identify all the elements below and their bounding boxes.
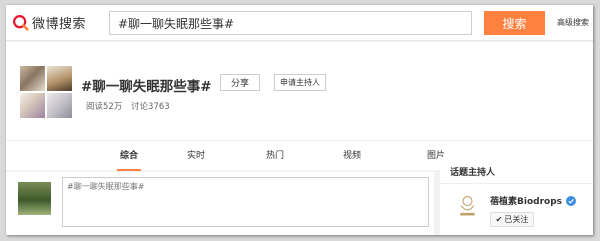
search-input[interactable] <box>109 11 472 35</box>
following-label: 已关注 <box>504 215 529 224</box>
discussion-count: 讨论3763 <box>131 102 170 112</box>
host-panel-title: 话题主持人 <box>450 168 496 178</box>
post-input[interactable]: #聊一聊失眠那些事# <box>62 177 429 227</box>
verified-badge-icon <box>566 195 576 206</box>
apply-host-button[interactable]: 申请主持人 <box>274 74 326 91</box>
divider <box>440 183 593 184</box>
logo-text: 微博搜索 <box>32 17 87 32</box>
post-composer: #聊一聊失眠那些事# <box>6 172 434 235</box>
topic-header: #聊一聊失眠那些事# 分享 申请主持人 阅读52万 讨论3763 综合 实时 热… <box>6 42 593 171</box>
following-button[interactable]: ✔ 已关注 <box>490 212 534 227</box>
topic-cover-image <box>47 66 72 91</box>
tab-hot[interactable]: 热门 <box>255 141 295 171</box>
topic-cover-image <box>20 93 45 118</box>
tab-realtime[interactable]: 实时 <box>176 141 216 171</box>
host-name-row[interactable]: 蓓植素Biodrops <box>490 194 576 207</box>
user-avatar[interactable] <box>18 182 51 215</box>
search-button[interactable]: 搜索 <box>484 11 545 35</box>
weibo-search-logo[interactable]: 微博搜索 <box>12 13 86 32</box>
check-icon: ✔ <box>495 215 503 224</box>
topic-host-panel: 话题主持人 蓓植素Biodrops ✔ 已关注 <box>440 157 593 235</box>
host-name: 蓓植素Biodrops <box>490 197 562 207</box>
topic-cover-image <box>47 93 72 118</box>
weibo-search-logo-icon <box>13 15 29 31</box>
topic-stats: 阅读52万 讨论3763 <box>86 100 176 112</box>
topic-title: #聊一聊失眠那些事# <box>81 79 212 95</box>
advanced-search-link[interactable]: 高级搜索 <box>557 17 589 28</box>
topic-cover-grid <box>20 66 72 118</box>
tab-comprehensive[interactable]: 综合 <box>109 141 149 171</box>
topic-cover-image <box>20 66 45 91</box>
browser-frame: 微博搜索 搜索 高级搜索 #聊一聊失眠那些事# 分享 申请主持人 阅读52万 讨… <box>6 5 593 235</box>
share-button[interactable]: 分享 <box>220 74 260 91</box>
read-count: 阅读52万 <box>86 102 123 112</box>
tab-video[interactable]: 视频 <box>332 141 372 171</box>
top-search-bar: 微博搜索 搜索 高级搜索 <box>6 5 593 41</box>
host-logo[interactable] <box>454 193 481 220</box>
